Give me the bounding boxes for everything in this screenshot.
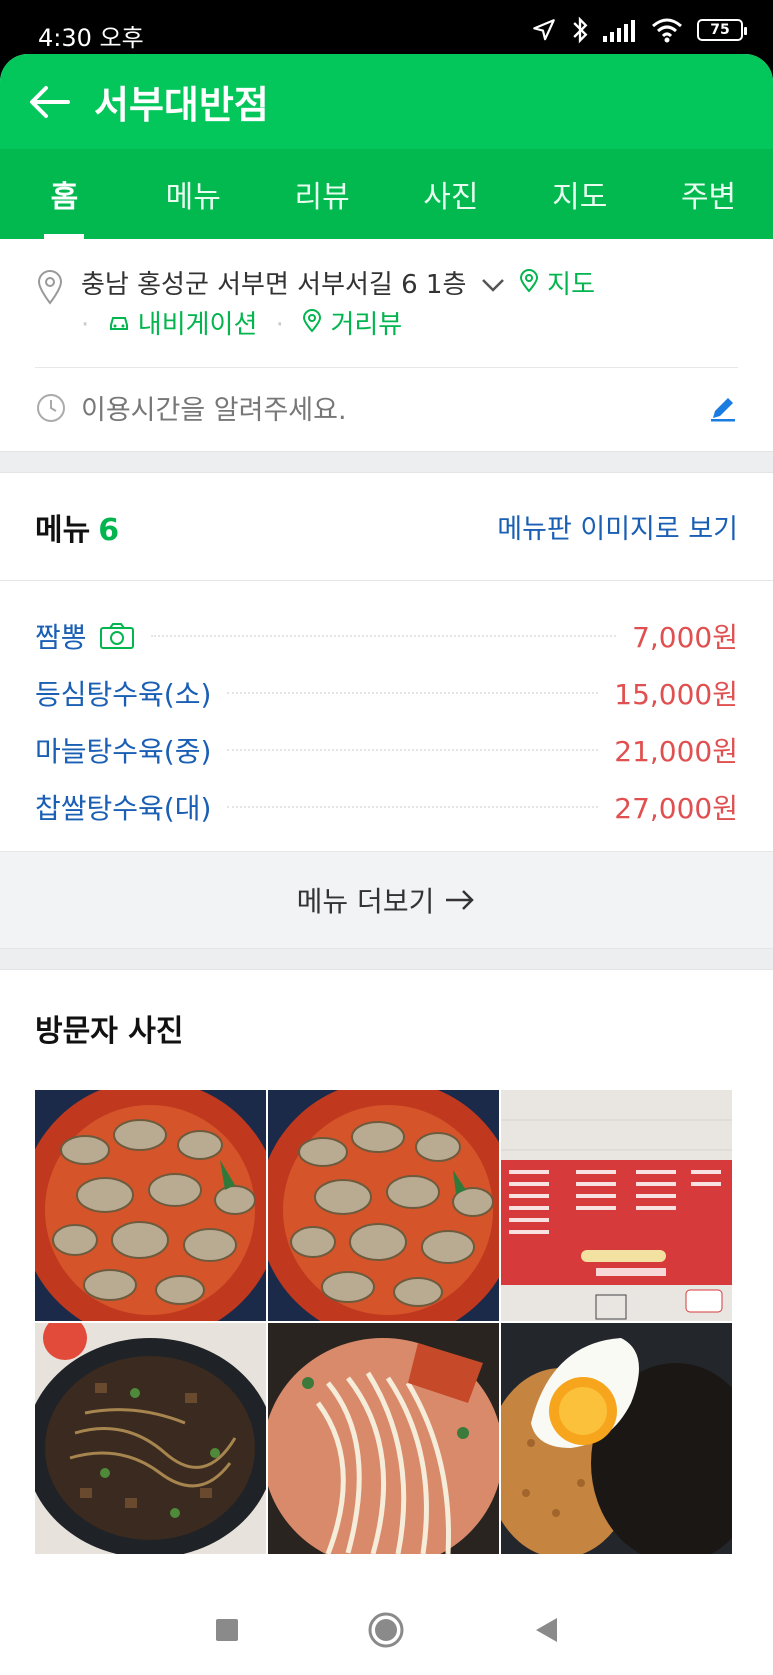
address-row: 충남 홍성군 서부면 서부서길 6 1층 지도 · 내비게이션 · 거리뷰 <box>35 265 738 345</box>
map-pin-icon <box>519 269 538 293</box>
android-nav-bar <box>0 1584 773 1675</box>
home-button[interactable] <box>366 1610 406 1650</box>
menu-count: 6 <box>98 512 120 548</box>
oyster-jjamppong-photo[interactable] <box>268 1090 499 1321</box>
menu-item-name: 마늘탕수육(중) <box>35 734 212 768</box>
arrow-right-icon <box>446 890 475 910</box>
menu-item-name: 짬뽕 <box>35 616 135 656</box>
dotted-leader <box>227 748 599 751</box>
tab-map[interactable]: 지도 <box>515 149 644 239</box>
navigation-link-label: 내비게이션 <box>137 310 258 340</box>
location-pin-icon <box>37 270 63 305</box>
oyster-jjamppong-photo[interactable] <box>35 1090 266 1321</box>
recent-apps-button[interactable] <box>213 1616 241 1644</box>
menu-board-photo[interactable] <box>501 1090 732 1321</box>
more-menu-button[interactable]: 메뉴 더보기 <box>0 851 773 948</box>
status-icons: 75 <box>531 16 747 44</box>
tab-menu[interactable]: 메뉴 <box>129 149 258 239</box>
visitor-photos-title: 방문자 사진 <box>35 1014 184 1049</box>
app-header: 서부대반점 <box>0 54 773 149</box>
address-text: 충남 홍성군 서부면 서부서길 6 1층 <box>81 270 467 300</box>
menu-item[interactable]: 마늘탕수육(중) 21,000원 <box>35 721 738 778</box>
menu-header: 메뉴 6 메뉴판 이미지로 보기 <box>0 473 773 581</box>
dotted-leader <box>227 805 599 808</box>
section-divider <box>0 948 773 970</box>
location-arrow-icon <box>533 19 555 41</box>
car-icon <box>109 317 128 330</box>
battery-level: 75 <box>710 22 730 38</box>
fried-rice-egg-photo[interactable] <box>501 1323 732 1554</box>
tab-reviews[interactable]: 리뷰 <box>258 149 387 239</box>
chevron-down-icon[interactable] <box>481 277 505 293</box>
menu-title-label: 메뉴 <box>35 512 91 548</box>
place-info: 충남 홍성군 서부면 서부서길 6 1층 지도 · 내비게이션 · 거리뷰 이용… <box>0 239 773 451</box>
photo-grid <box>0 1090 773 1554</box>
street-view-pin-icon <box>303 309 322 333</box>
camera-icon <box>99 622 134 649</box>
street-view-label: 거리뷰 <box>330 310 403 340</box>
menu-section-title: 메뉴 6 <box>35 505 119 549</box>
menu-item[interactable]: 짬뽕 7,000원 <box>35 607 738 664</box>
hours-row[interactable]: 이용시간을 알려주세요. <box>35 367 738 451</box>
menu-item-name-text: 짬뽕 <box>35 620 87 654</box>
back-nav-button[interactable] <box>532 1615 560 1645</box>
clock-icon <box>37 393 65 422</box>
tab-home[interactable]: 홈 <box>0 149 129 239</box>
dotted-leader <box>227 691 599 694</box>
menu-item-name: 등심탕수육(소) <box>35 677 212 711</box>
menu-item-name: 찹쌀탕수육(대) <box>35 791 212 825</box>
bluetooth-icon <box>573 16 588 44</box>
menu-board-link[interactable]: 메뉴판 이미지로 보기 <box>497 507 738 546</box>
more-menu-label: 메뉴 더보기 <box>296 885 435 918</box>
tab-nearby[interactable]: 주변 <box>644 149 773 239</box>
menu-item[interactable]: 찹쌀탕수육(대) 27,000원 <box>35 778 738 835</box>
jajangmyeon-photo[interactable] <box>35 1323 266 1554</box>
menu-item-price: 15,000원 <box>614 677 738 711</box>
section-divider <box>0 451 773 473</box>
menu-list: 짬뽕 7,000원 등심탕수육(소) 15,000원 마늘탕수육(중) 21,0… <box>0 581 773 851</box>
menu-item[interactable]: 등심탕수육(소) 15,000원 <box>35 664 738 721</box>
menu-item-price: 7,000원 <box>632 620 738 654</box>
separator-dot: · <box>275 310 284 340</box>
place-detail-screen: 서부대반점 홈 메뉴 리뷰 사진 지도 주변 충남 홍성군 서부면 서부서길 6… <box>0 54 773 1584</box>
map-link[interactable]: 지도 <box>519 269 596 300</box>
navigation-link[interactable]: 내비게이션 <box>108 310 266 340</box>
dotted-leader <box>150 634 617 637</box>
back-arrow-icon <box>30 85 70 118</box>
wifi-icon <box>652 18 682 43</box>
menu-item-price: 27,000원 <box>614 791 738 825</box>
noodle-soup-photo[interactable] <box>268 1323 499 1554</box>
tab-photos[interactable]: 사진 <box>386 149 515 239</box>
signal-icon <box>603 20 635 42</box>
menu-item-price: 21,000원 <box>614 734 738 768</box>
map-link-label: 지도 <box>547 270 596 300</box>
edit-pencil-icon[interactable] <box>708 393 738 423</box>
tab-bar: 홈 메뉴 리뷰 사진 지도 주변 <box>0 149 773 239</box>
battery-icon: 75 <box>697 19 747 41</box>
hours-placeholder: 이용시간을 알려주세요. <box>81 395 347 426</box>
separator-dot: · <box>81 310 90 340</box>
street-view-link[interactable]: 거리뷰 <box>302 309 403 340</box>
page-title: 서부대반점 <box>94 83 269 127</box>
status-time: 4:30 오후 <box>38 24 144 52</box>
back-button[interactable] <box>20 72 80 132</box>
